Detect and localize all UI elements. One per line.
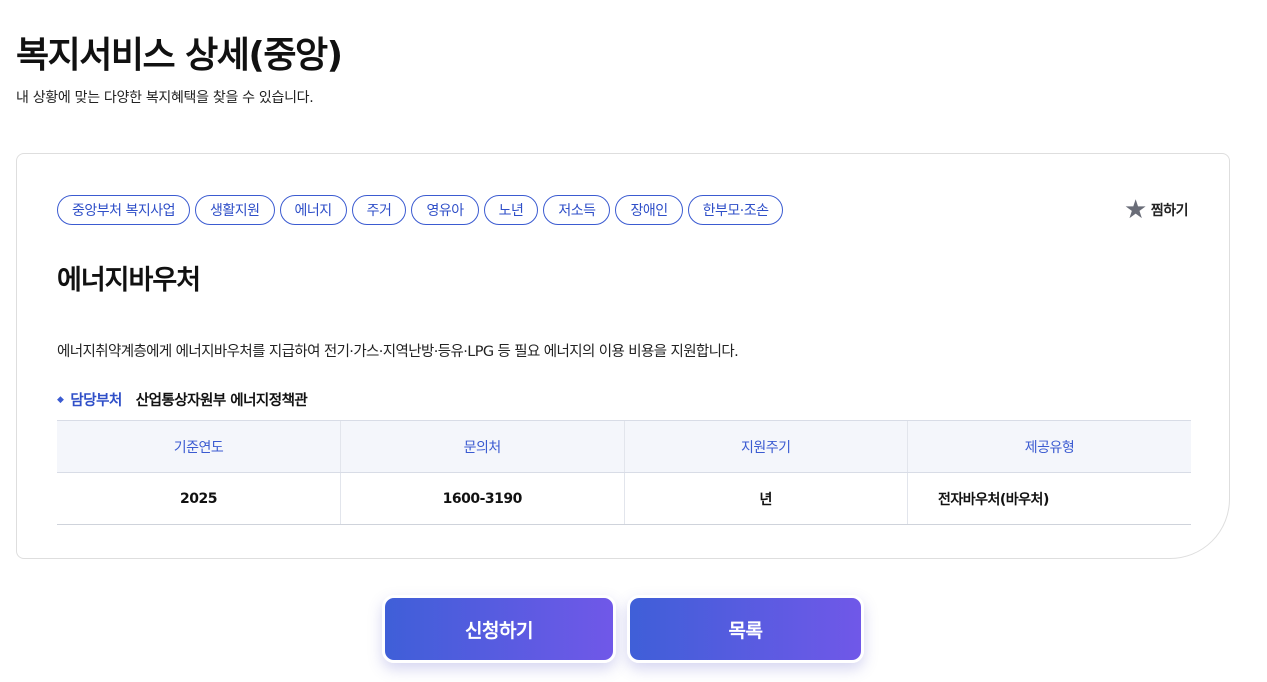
- star-icon: ★: [1124, 195, 1147, 225]
- cell-base-year: 2025: [57, 472, 341, 525]
- page-subtitle: 내 상황에 맞는 다양한 복지혜택을 찾을 수 있습니다.: [16, 90, 314, 106]
- tag-energy[interactable]: 에너지: [279, 195, 347, 225]
- table-row: 2025 1600-3190 년 전자바우처(바우처): [57, 472, 1191, 525]
- department-value: 산업통상자원부 에너지정책관: [135, 393, 308, 409]
- tag-single-parent[interactable]: 한부모·조손: [687, 195, 784, 225]
- page-title: 복지서비스 상세(중앙): [16, 35, 343, 76]
- tag-housing[interactable]: 주거: [351, 195, 407, 225]
- service-description: 에너지취약계층에게 에너지바우처를 지급하여 전기·가스·지역난방·등유·LPG…: [57, 344, 739, 360]
- service-title: 에너지바우처: [57, 265, 201, 296]
- category-tags: 중앙부처 복지사업 생활지원 에너지 주거 영유아 노년 저소득 장애인 한부모…: [57, 195, 784, 225]
- column-header-support-cycle: 지원주기: [623, 420, 908, 473]
- department-label: 담당부처: [70, 393, 122, 409]
- cell-support-cycle: 년: [623, 472, 908, 525]
- cell-contact: 1600-3190: [340, 472, 624, 525]
- diamond-bullet-icon: ◆: [57, 394, 64, 405]
- tag-living-support[interactable]: 생활지원: [195, 195, 275, 225]
- tag-infants[interactable]: 영유아: [411, 195, 479, 225]
- tag-low-income[interactable]: 저소득: [543, 195, 611, 225]
- tag-elderly[interactable]: 노년: [483, 195, 539, 225]
- column-header-provision-type: 제공유형: [907, 420, 1191, 473]
- cell-provision-type: 전자바우처(바우처): [907, 472, 1191, 525]
- tag-central-welfare[interactable]: 중앙부처 복지사업: [57, 195, 190, 225]
- apply-button[interactable]: 신청하기: [382, 595, 616, 663]
- favorite-button[interactable]: ★ 찜하기: [1124, 197, 1188, 223]
- list-button[interactable]: 목록: [627, 595, 864, 663]
- column-header-base-year: 기준연도: [57, 420, 341, 473]
- table-header-row: 기준연도 문의처 지원주기 제공유형: [57, 420, 1191, 473]
- tag-disabled[interactable]: 장애인: [615, 195, 683, 225]
- favorite-label: 찜하기: [1150, 203, 1189, 219]
- department-info: ◆ 담당부처 산업통상자원부 에너지정책관: [57, 389, 308, 410]
- service-detail-card: 중앙부처 복지사업 생활지원 에너지 주거 영유아 노년 저소득 장애인 한부모…: [16, 153, 1230, 559]
- column-header-contact: 문의처: [340, 420, 624, 473]
- service-info-table: 기준연도 문의처 지원주기 제공유형 2025 1600-3190 년 전자바우…: [57, 420, 1191, 525]
